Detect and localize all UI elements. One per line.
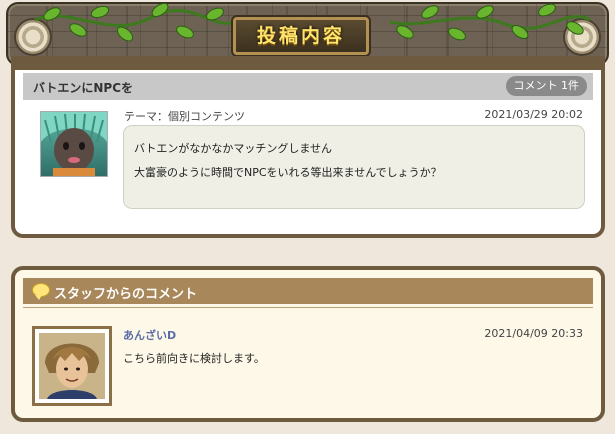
page-title: 投稿内容 xyxy=(256,25,345,47)
panel-frame xyxy=(15,56,601,70)
post-header: バトエンにNPCを コメント 1件 xyxy=(23,73,593,100)
staff-avatar xyxy=(32,326,112,406)
post-date: 2021/03/29 20:02 xyxy=(484,108,583,121)
staff-comment-text: こちら前向きに検討します。 xyxy=(123,352,265,365)
banner-title-plaque: 投稿内容 xyxy=(233,17,369,55)
staff-name-link[interactable]: あんざいD xyxy=(123,327,176,343)
post-title: バトエンにNPCを xyxy=(33,81,134,95)
vine-decoration-icon xyxy=(389,3,591,41)
staff-comment-date: 2021/04/09 20:33 xyxy=(484,327,583,340)
post-panel: バトエンにNPCを コメント 1件 テーマ：個別コンテンツ 2021/03/29… xyxy=(11,56,605,238)
staff-comment-panel: スタッフからのコメント あんざいD 2021/04/09 20:33 こちら前向… xyxy=(11,266,605,422)
vine-decoration-icon xyxy=(34,2,236,42)
divider xyxy=(23,307,593,308)
speech-bubble-icon xyxy=(32,283,50,300)
staff-comment-heading: スタッフからのコメント xyxy=(54,287,198,302)
staff-comment-header: スタッフからのコメント xyxy=(23,278,593,304)
post-body-line: バトエンがなかなかマッチングしません xyxy=(134,142,332,155)
comment-count-badge: コメント 1件 xyxy=(505,76,587,96)
post-body: バトエンがなかなかマッチングしません 大富豪のように時間でNPCをいれる等出来ま… xyxy=(123,125,585,209)
post-theme: テーマ：個別コンテンツ xyxy=(124,110,245,123)
post-body-line: 大富豪のように時間でNPCをいれる等出来ませんでしょうか？ xyxy=(134,166,442,179)
poster-avatar xyxy=(40,111,108,177)
